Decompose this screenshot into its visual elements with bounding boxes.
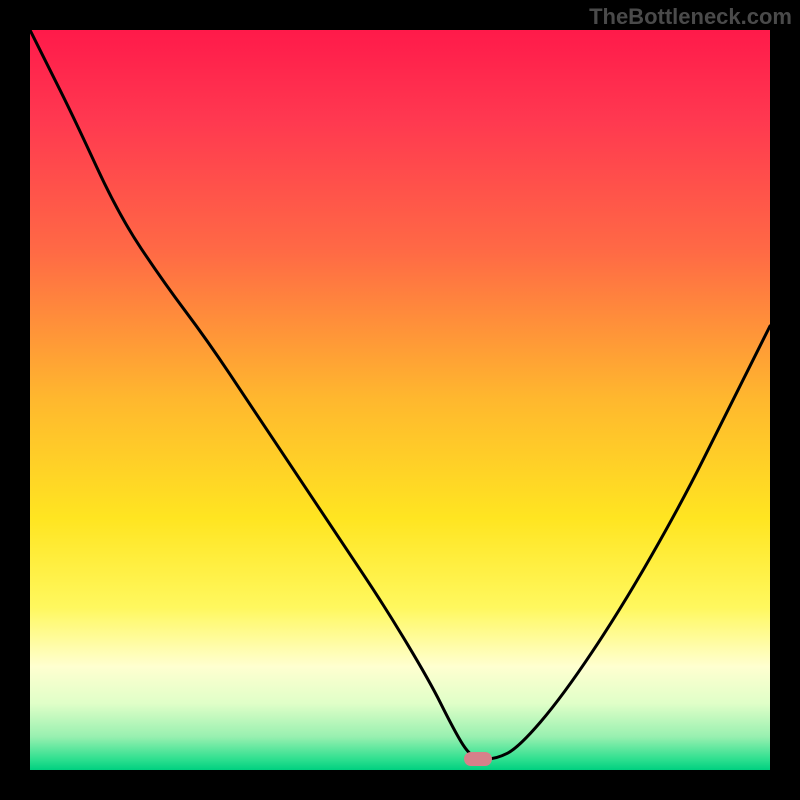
optimal-marker <box>464 752 492 766</box>
watermark-text: TheBottleneck.com <box>589 4 792 30</box>
bottleneck-curve <box>30 30 770 770</box>
chart-container: TheBottleneck.com <box>0 0 800 800</box>
plot-area <box>30 30 770 770</box>
